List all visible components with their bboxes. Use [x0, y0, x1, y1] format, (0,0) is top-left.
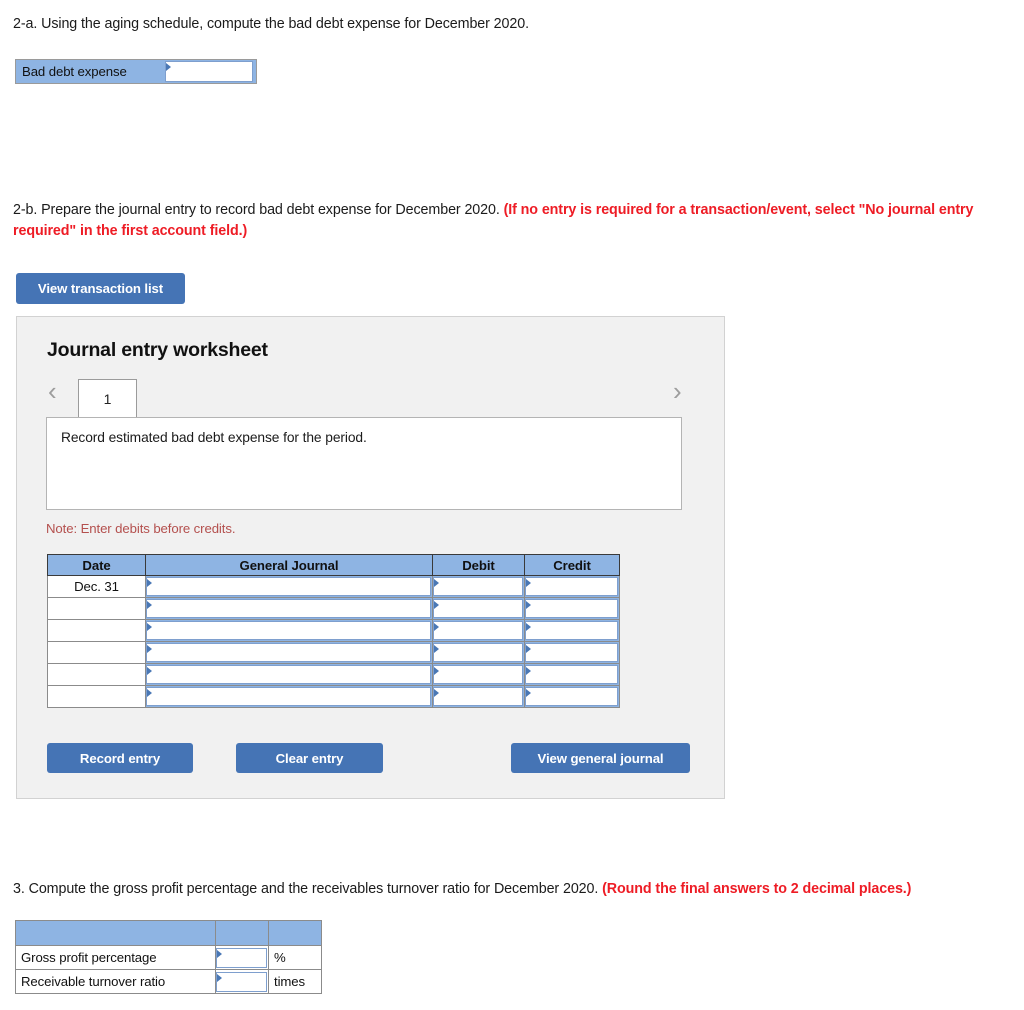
journal-cell-account[interactable]: [145, 619, 433, 642]
journal-cell-date[interactable]: [47, 685, 146, 708]
journal-credit-input[interactable]: [525, 643, 618, 662]
receivable-turnover-ratio-cell[interactable]: [215, 969, 269, 994]
table-row: [47, 641, 620, 664]
bad-debt-expense-label: Bad debt expense: [17, 61, 165, 82]
journal-header-debit: Debit: [432, 554, 525, 576]
ratio-header-label: [15, 920, 216, 946]
journal-cell-debit[interactable]: [432, 641, 525, 664]
gross-profit-percentage-label: Gross profit percentage: [15, 945, 216, 970]
question-2b-prompt: 2-b. Prepare the journal entry to record…: [13, 202, 504, 218]
receivable-turnover-ratio-label: Receivable turnover ratio: [15, 969, 216, 994]
exercise-page: 2-a. Using the aging schedule, compute t…: [0, 0, 1024, 1010]
question-3-text: 3. Compute the gross profit percentage a…: [13, 879, 1018, 900]
journal-cell-debit[interactable]: [432, 597, 525, 620]
journal-table-header-row: Date General Journal Debit Credit: [47, 554, 620, 576]
table-row: [47, 597, 620, 620]
journal-cell-debit[interactable]: [432, 685, 525, 708]
journal-cell-credit[interactable]: [524, 641, 620, 664]
table-row: [47, 663, 620, 686]
ratio-header-unit: [268, 920, 322, 946]
journal-cell-account[interactable]: [145, 663, 433, 686]
journal-account-input[interactable]: [146, 643, 431, 662]
journal-credit-input[interactable]: [525, 599, 618, 618]
question-2b-text: 2-b. Prepare the journal entry to record…: [13, 200, 1013, 242]
journal-account-input[interactable]: [146, 599, 431, 618]
journal-cell-account[interactable]: [145, 641, 433, 664]
question-2a-text: 2-a. Using the aging schedule, compute t…: [13, 14, 993, 35]
gross-profit-percentage-input[interactable]: [216, 947, 267, 968]
journal-cell-credit[interactable]: [524, 663, 620, 686]
journal-debit-input[interactable]: [433, 599, 523, 618]
journal-account-input[interactable]: [146, 577, 431, 596]
debits-before-credits-note: Note: Enter debits before credits.: [46, 521, 236, 536]
journal-cell-date[interactable]: [47, 597, 146, 620]
journal-debit-input[interactable]: [433, 621, 523, 640]
journal-credit-input[interactable]: [525, 687, 618, 706]
journal-entry-table: Date General Journal Debit Credit Dec. 3…: [47, 554, 620, 708]
journal-cell-date[interactable]: [47, 641, 146, 664]
question-3-required-note: (Round the final answers to 2 decimal pl…: [602, 881, 912, 897]
receivable-turnover-ratio-input[interactable]: [216, 971, 267, 992]
ratio-answer-table: Gross profit percentage % Receivable tur…: [15, 920, 322, 994]
journal-cell-credit[interactable]: [524, 597, 620, 620]
question-3-prompt: 3. Compute the gross profit percentage a…: [13, 881, 603, 897]
worksheet-tab-1[interactable]: 1: [78, 379, 137, 418]
clear-entry-button[interactable]: Clear entry: [236, 743, 383, 773]
journal-cell-account[interactable]: [145, 597, 433, 620]
journal-account-input[interactable]: [146, 687, 431, 706]
table-row: Dec. 31: [47, 575, 620, 598]
journal-table-body: Dec. 31: [47, 575, 620, 708]
view-general-journal-button[interactable]: View general journal: [511, 743, 690, 773]
journal-debit-input[interactable]: [433, 643, 523, 662]
journal-credit-input[interactable]: [525, 577, 618, 596]
ratio-table-header-row: [15, 920, 322, 946]
journal-account-input[interactable]: [146, 621, 431, 640]
view-transaction-list-button[interactable]: View transaction list: [16, 273, 185, 304]
journal-header-credit: Credit: [524, 554, 620, 576]
previous-entry-chevron-left-icon[interactable]: ‹: [48, 378, 57, 404]
journal-cell-date[interactable]: Dec. 31: [47, 575, 146, 598]
journal-cell-account[interactable]: [145, 685, 433, 708]
journal-account-input[interactable]: [146, 665, 431, 684]
journal-header-date: Date: [47, 554, 146, 576]
journal-cell-debit[interactable]: [432, 575, 525, 598]
question-2a-prompt: 2-a. Using the aging schedule, compute t…: [13, 16, 529, 32]
journal-cell-debit[interactable]: [432, 663, 525, 686]
worksheet-description: Record estimated bad debt expense for th…: [46, 417, 682, 510]
journal-debit-input[interactable]: [433, 665, 523, 684]
journal-cell-account[interactable]: [145, 575, 433, 598]
ratio-header-value: [215, 920, 269, 946]
journal-debit-input[interactable]: [433, 577, 523, 596]
journal-credit-input[interactable]: [525, 621, 618, 640]
journal-cell-credit[interactable]: [524, 619, 620, 642]
table-row: [47, 685, 620, 708]
gross-profit-percentage-unit: %: [268, 945, 322, 970]
receivable-turnover-ratio-unit: times: [268, 969, 322, 994]
bad-debt-expense-answer-row: Bad debt expense: [15, 59, 257, 84]
record-entry-button[interactable]: Record entry: [47, 743, 193, 773]
journal-credit-input[interactable]: [525, 665, 618, 684]
journal-cell-date[interactable]: [47, 663, 146, 686]
table-row: Gross profit percentage %: [15, 945, 322, 970]
journal-debit-input[interactable]: [433, 687, 523, 706]
journal-cell-credit[interactable]: [524, 685, 620, 708]
journal-cell-debit[interactable]: [432, 619, 525, 642]
bad-debt-expense-input[interactable]: [165, 61, 253, 82]
table-row: [47, 619, 620, 642]
journal-header-general-journal: General Journal: [145, 554, 433, 576]
next-entry-chevron-right-icon[interactable]: ›: [673, 378, 682, 404]
journal-cell-date[interactable]: [47, 619, 146, 642]
journal-cell-credit[interactable]: [524, 575, 620, 598]
worksheet-title: Journal entry worksheet: [47, 339, 268, 361]
table-row: Receivable turnover ratio times: [15, 969, 322, 994]
ratio-table-body: Gross profit percentage % Receivable tur…: [15, 945, 322, 994]
gross-profit-percentage-cell[interactable]: [215, 945, 269, 970]
